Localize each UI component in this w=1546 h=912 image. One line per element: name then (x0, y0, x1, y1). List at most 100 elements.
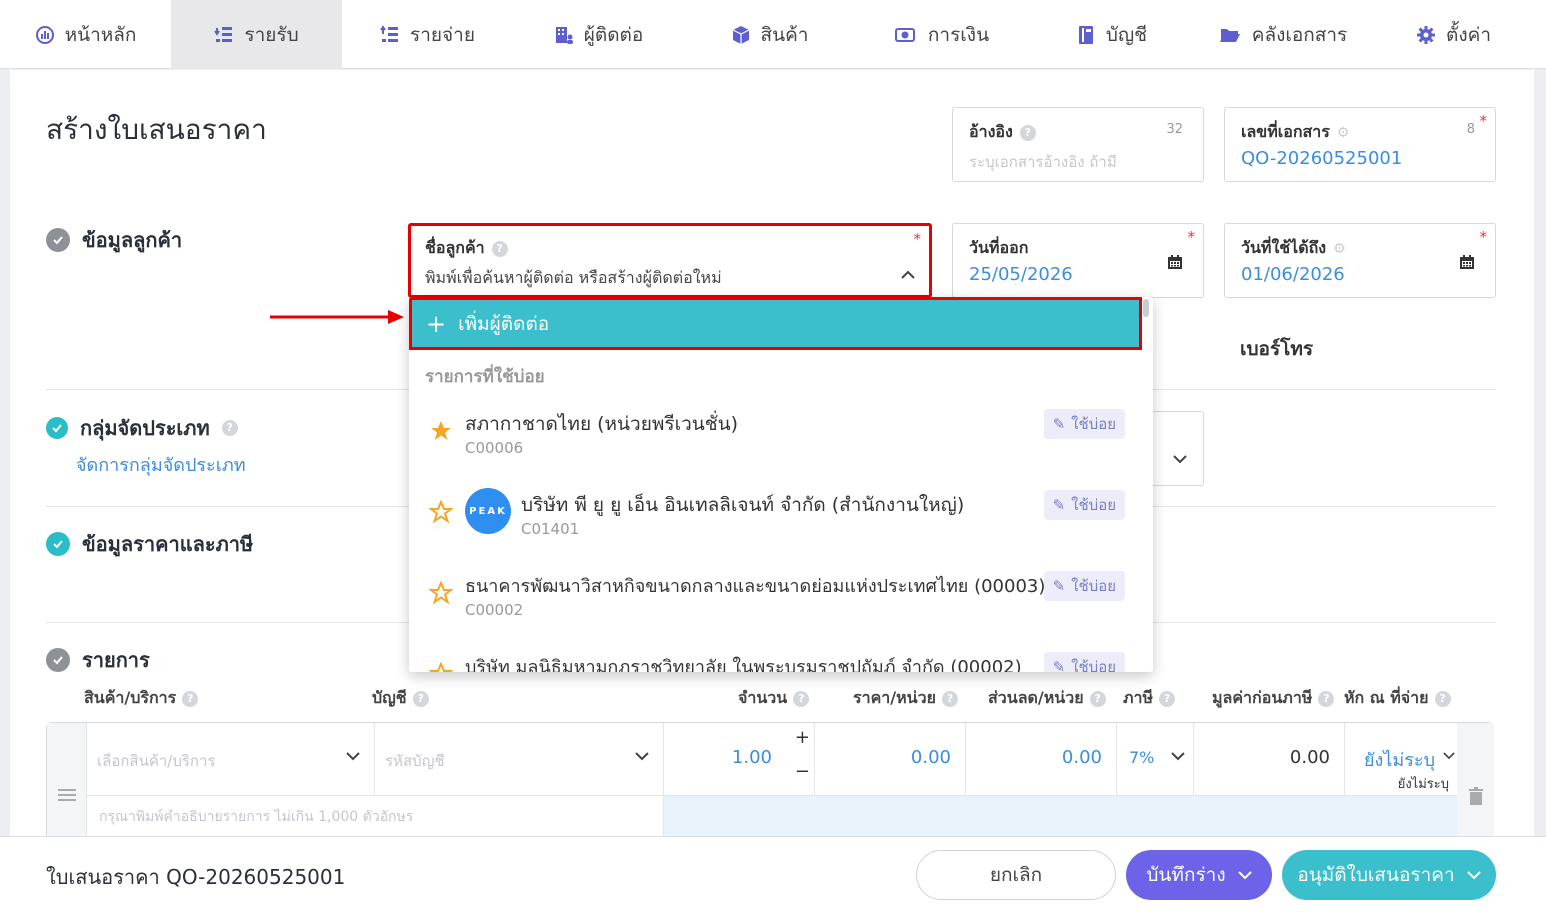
calendar-icon[interactable] (1459, 254, 1475, 270)
valid-until-field[interactable]: วันที่ใช้ได้ถึง ⚙ * 01/06/2026 (1224, 223, 1496, 298)
reference-field[interactable]: อ้างอิง? 32 ระบุเอกสารอ้างอิง ถ้ามี (952, 107, 1204, 182)
wht-select[interactable]: ยังไม่ระบุ ยังไม่ระบุ (1345, 723, 1457, 795)
description-placeholder: กรุณาพิมพ์คำอธิบายรายการ ไม่เกิน 1,000 ต… (99, 809, 414, 825)
unit-price-input[interactable]: 0.00 (815, 723, 966, 795)
product-box-icon (732, 25, 749, 44)
tax-select[interactable]: 7% (1117, 723, 1194, 795)
frequent-header: รายการที่ใช้บ่อย (425, 367, 545, 387)
account-select[interactable]: รหัสบัญชี (375, 723, 664, 795)
chevron-down-icon (1171, 752, 1185, 761)
dashboard-icon (35, 25, 54, 44)
badge-label: ใช้บ่อย (1071, 658, 1116, 672)
cancel-button[interactable]: ยกเลิก (916, 850, 1116, 900)
section-price-tax: ข้อมูลราคาและภาษี (46, 528, 253, 560)
quantity-stepper[interactable]: 1.00 + − (664, 723, 815, 795)
line-item-row: เลือกสินค้า/บริการ รหัสบัญชี 1.00 + − 0.… (46, 722, 1494, 836)
customer-search-input[interactable]: พิมพ์เพื่อค้นหาผู้ติดต่อ หรือสร้างผู้ติด… (425, 266, 722, 291)
list-item[interactable]: สภากาชาดไทย (หน่วยพรีเวนชั่น) C00006 ✎ ใช… (409, 401, 1137, 482)
badge-label: ใช้บ่อย (1071, 577, 1116, 595)
ledger-icon (1078, 25, 1093, 44)
calendar-icon[interactable] (1167, 254, 1183, 270)
star-outline-icon[interactable] (429, 662, 453, 672)
trash-icon[interactable] (1468, 787, 1484, 805)
help-icon: ? (1019, 124, 1036, 141)
drag-handle[interactable] (47, 723, 87, 836)
top-navigation: หน้าหลัก รายรับ รายจ่าย ผู้ติดต่อ สินค้า… (0, 0, 1546, 69)
nav-income[interactable]: รายรับ (171, 0, 342, 69)
footer-doc-title: ใบเสนอราคา QO-20260525001 (46, 865, 346, 889)
issue-date-input[interactable]: 25/05/2026 (969, 264, 1073, 285)
badge-label: ใช้บ่อย (1071, 496, 1116, 514)
footer-bar: ใบเสนอราคา QO-20260525001 ยกเลิก บันทึกร… (0, 836, 1546, 912)
frequent-badge: ✎ ใช้บ่อย (1043, 409, 1125, 439)
valid-until-input[interactable]: 01/06/2026 (1241, 264, 1345, 285)
discount-input[interactable]: 0.00 (966, 723, 1117, 795)
frequent-badge: ✎ ใช้บ่อย (1043, 571, 1125, 601)
customer-name-field[interactable]: ชื่อลูกค้า? * พิมพ์เพื่อค้นหาผู้ติดต่อ ห… (408, 223, 932, 298)
plus-icon: + (426, 309, 447, 338)
help-icon: ? (793, 690, 810, 707)
reference-input[interactable]: ระบุเอกสารอ้างอิง ถ้ามี (969, 150, 1117, 174)
plus-icon[interactable]: + (795, 727, 810, 748)
unit-price-value: 0.00 (910, 747, 951, 768)
frequent-badge: ✎ ใช้บ่อย (1043, 490, 1125, 520)
nav-expense[interactable]: รายจ่าย (342, 0, 513, 69)
column-label: จำนวน (738, 688, 788, 707)
folder-icon (1219, 28, 1240, 42)
doc-number-char-counter: 8 (1466, 122, 1475, 137)
manage-category-link[interactable]: จัดการกลุ่มจัดประเภท (76, 450, 246, 479)
list-item[interactable]: ธนาคารพัฒนาวิสาหกิจขนาดกลางและขนาดย่อมแห… (409, 563, 1137, 644)
delete-column (1457, 723, 1494, 836)
product-select[interactable]: เลือกสินค้า/บริการ (87, 723, 375, 795)
section-customer-info-title: ข้อมูลลูกค้า (82, 228, 183, 252)
nav-documents-label: คลังเอกสาร (1251, 23, 1348, 46)
approve-quotation-button[interactable]: อนุมัติใบเสนอราคา (1282, 850, 1496, 900)
star-outline-icon[interactable] (429, 500, 453, 524)
nav-products[interactable]: สินค้า (684, 0, 855, 69)
scrollbar[interactable] (1143, 299, 1149, 317)
save-draft-label: บันทึกร่าง (1146, 864, 1226, 886)
customer-name-label: ชื่อลูกค้า (425, 238, 485, 257)
reference-char-counter: 32 (1166, 122, 1183, 137)
nav-accounting[interactable]: บัญชี (1026, 0, 1197, 69)
nav-home[interactable]: หน้าหลัก (0, 0, 171, 69)
list-item[interactable]: PEAK บริษัท พี ยู ยู เอ็น อินเทลลิเจนท์ … (409, 482, 1137, 563)
doc-number-input[interactable]: QO-20260525001 (1241, 148, 1402, 169)
settings-gear-icon[interactable]: ⚙ (1337, 126, 1351, 140)
nav-contacts-label: ผู้ติดต่อ (583, 23, 644, 46)
list-item[interactable]: บริษัท มูลนิธิมหามกุฏราชวิทยาลัย ในพระบร… (409, 644, 1137, 672)
required-marker: * (1187, 228, 1196, 246)
issue-date-field[interactable]: วันที่ออก * 25/05/2026 (952, 223, 1204, 298)
check-circle-icon (46, 532, 70, 556)
discount-value: 0.00 (1061, 747, 1102, 768)
required-marker: * (1479, 112, 1488, 130)
required-marker: * (913, 230, 922, 248)
section-items-title: รายการ (82, 648, 150, 672)
pretax-value: 0.00 (1289, 747, 1330, 768)
quantity-input[interactable]: 1.00 (732, 747, 772, 768)
nav-documents[interactable]: คลังเอกสาร (1197, 0, 1368, 69)
check-circle-icon (46, 417, 68, 439)
save-draft-button[interactable]: บันทึกร่าง (1126, 850, 1272, 900)
nav-settings[interactable]: ตั้งค่า (1368, 0, 1539, 69)
star-outline-icon[interactable] (429, 581, 453, 605)
nav-contacts[interactable]: ผู้ติดต่อ (513, 0, 684, 69)
section-price-tax-title: ข้อมูลราคาและภาษี (82, 532, 254, 556)
gear-icon (1417, 25, 1435, 44)
section-customer-info: ข้อมูลลูกค้า (46, 224, 182, 256)
chevron-down-icon[interactable] (1173, 454, 1187, 464)
nav-finance[interactable]: การเงิน (855, 0, 1026, 69)
help-icon: ? (1318, 690, 1335, 707)
minus-icon[interactable]: − (795, 761, 810, 782)
line-item-detail-area (664, 795, 1457, 836)
settings-gear-icon[interactable]: ⚙ (1333, 242, 1347, 256)
chevron-up-icon[interactable] (901, 270, 915, 280)
issue-date-label: วันที่ออก (969, 238, 1029, 257)
magic-wand-icon: ✎ (1052, 577, 1066, 595)
add-contact-button[interactable]: + เพิ่มผู้ติดต่อ (409, 297, 1142, 350)
badge-label: ใช้บ่อย (1071, 415, 1116, 433)
doc-number-field[interactable]: เลขที่เอกสาร ⚙ 8 * QO-20260525001 (1224, 107, 1496, 182)
help-icon: ? (941, 690, 958, 707)
star-filled-icon[interactable] (429, 419, 453, 443)
description-input[interactable]: กรุณาพิมพ์คำอธิบายรายการ ไม่เกิน 1,000 ต… (87, 795, 664, 836)
